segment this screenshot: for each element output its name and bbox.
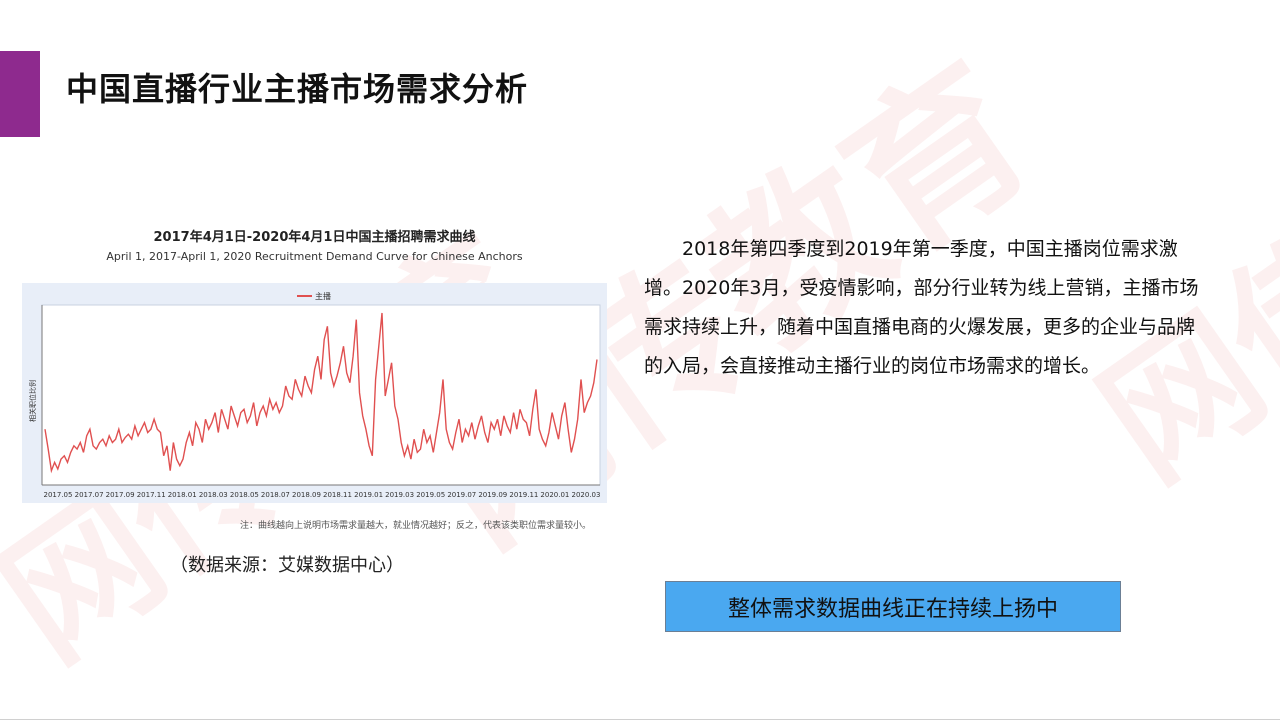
x-tick-label: 2017.05 (44, 491, 73, 499)
chart-panel: 相关职位比例 主播 2017.05 2017.07 2017.09 2017.11 20… (22, 283, 607, 503)
chart-subtitle: April 1, 2017-April 1, 2020 Recruitment … (106, 250, 523, 263)
x-tick-label: 2019.11 (509, 491, 538, 499)
x-tick-label: 2020.01 (540, 491, 569, 499)
x-tick-label: 2018.11 (323, 491, 352, 499)
chart-note: 注：曲线越向上说明市场需求量越大，就业情况越好；反之，代表该类职位需求量较小。 (240, 521, 592, 531)
x-tick-label: 2017.11 (137, 491, 166, 499)
chart-title: 2017年4月1日-2020年4月1日中国主播招聘需求曲线 (153, 230, 476, 245)
footer-divider (0, 719, 1280, 720)
x-tick-labels: 2017.05 2017.07 2017.09 2017.11 2018.01 2018.… (44, 491, 601, 499)
slide-title: 中国直播行业主播市场需求分析 (66, 70, 529, 108)
highlight-callout: 整体需求数据曲线正在持续上扬中 (665, 581, 1121, 632)
x-tick-label: 2020.03 (572, 491, 601, 499)
x-tick-label: 2017.07 (75, 491, 104, 499)
callout-text: 整体需求数据曲线正在持续上扬中 (727, 596, 1058, 622)
title-accent-bar (0, 51, 40, 137)
y-axis-label: 相关职位比例 (28, 380, 37, 422)
x-tick-label: 2018.07 (261, 491, 290, 499)
x-tick-label: 2019.09 (478, 491, 507, 499)
legend-label: 主播 (315, 291, 331, 301)
x-tick-label: 2017.09 (106, 491, 135, 499)
x-tick-label: 2019.05 (416, 491, 445, 499)
x-tick-label: 2018.05 (230, 491, 259, 499)
x-tick-label: 2018.01 (168, 491, 197, 499)
analysis-paragraph: 2018年第四季度到2019年第一季度，中国主播岗位需求激增。2020年3月，受… (644, 238, 1199, 377)
x-tick-label: 2019.03 (385, 491, 414, 499)
x-tick-label: 2018.09 (292, 491, 321, 499)
x-tick-label: 2019.01 (354, 491, 383, 499)
plot-area (41, 304, 601, 486)
x-tick-label: 2019.07 (447, 491, 476, 499)
x-tick-label: 2018.03 (199, 491, 228, 499)
data-source: （数据来源：艾媒数据中心） (170, 555, 404, 576)
demand-line-chart: 相关职位比例 主播 2017.05 2017.07 2017.09 2017.11 20… (28, 291, 601, 499)
